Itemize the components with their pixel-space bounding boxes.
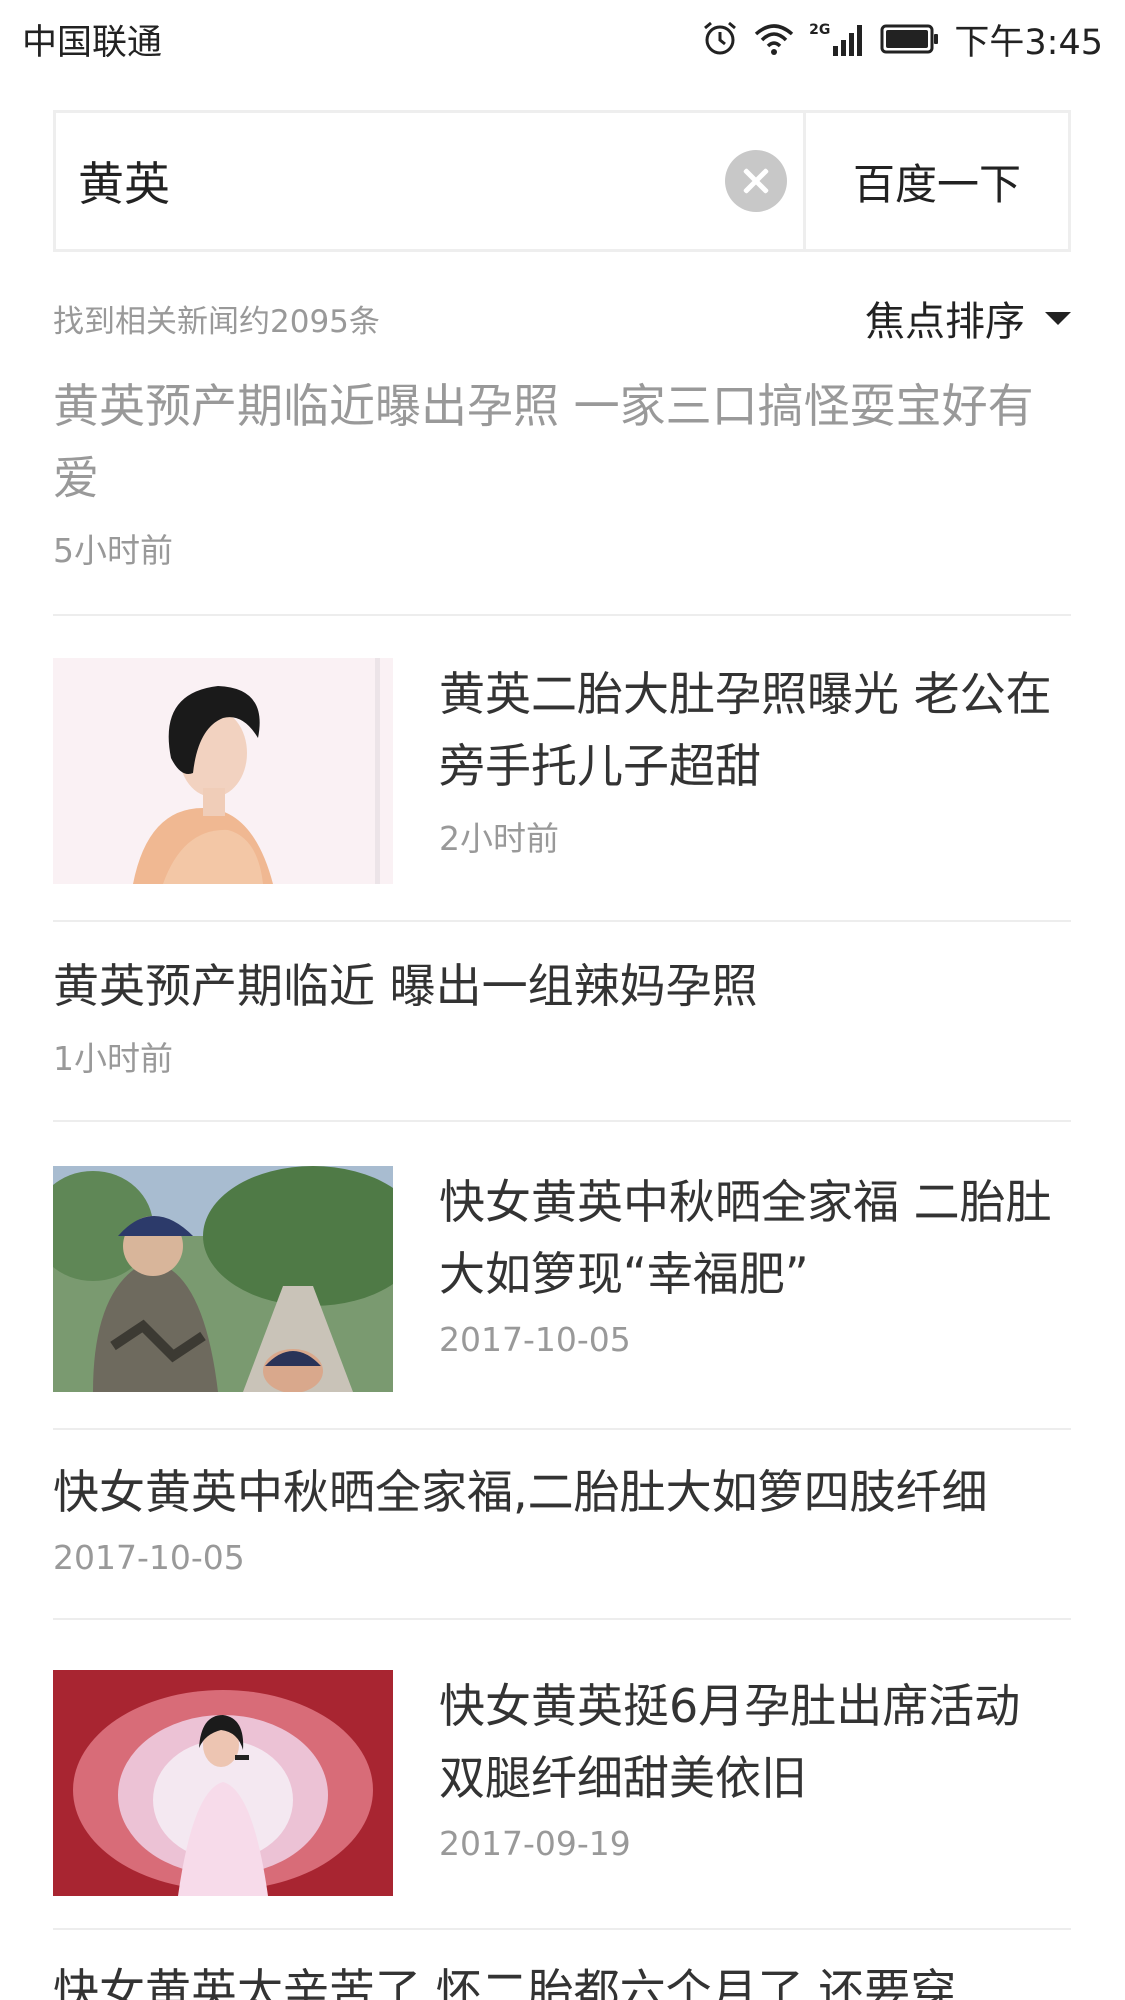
search-bar: 百度一下: [53, 110, 1071, 252]
news-title[interactable]: 快女黄英中秋晒全家福 二胎肚大如箩现“幸福肥”: [439, 1166, 1071, 1310]
search-submit-button[interactable]: 百度一下: [803, 113, 1068, 249]
battery-icon: [880, 24, 940, 54]
sort-dropdown[interactable]: 焦点排序: [865, 289, 1071, 347]
news-title[interactable]: 黄英预产期临近 曝出一组辣妈孕照: [53, 950, 1071, 1022]
wifi-icon: [753, 22, 795, 56]
news-item[interactable]: 快女黄英太辛苦了 怀二胎都六个月了 还要穿: [53, 1955, 1071, 2000]
news-thumbnail[interactable]: [53, 658, 393, 884]
news-body: 快女黄英中秋晒全家福 二胎肚大如箩现“幸福肥” 2017-10-05: [439, 1166, 1071, 1428]
clock-time: 下午3:45: [954, 22, 1103, 63]
news-time: 2017-10-05: [439, 1320, 631, 1359]
alarm-icon: [701, 20, 739, 58]
news-item[interactable]: 快女黄英挺6月孕肚出席活动 双腿纤细甜美依旧 2017-09-19: [53, 1670, 1071, 1930]
news-time: 5小时前: [53, 531, 173, 570]
news-item[interactable]: 黄英预产期临近 曝出一组辣妈孕照 1小时前: [53, 950, 1071, 1122]
news-body: 快女黄英挺6月孕肚出席活动 双腿纤细甜美依旧 2017-09-19: [439, 1670, 1071, 1928]
news-time: 2017-10-05: [53, 1538, 245, 1577]
cellular-signal-icon: 2G: [809, 22, 866, 56]
family-outdoor-thumbnail: [53, 1166, 393, 1392]
news-thumbnail[interactable]: [53, 1670, 393, 1896]
baidu-news-search-page: 中国联通 2G 下午3:45 黄英 百度一下 找到相关新闻约2095条 焦点排序…: [0, 0, 1125, 2000]
network-type-label: 2G: [809, 22, 831, 38]
news-title[interactable]: 快女黄英挺6月孕肚出席活动 双腿纤细甜美依旧: [439, 1670, 1071, 1814]
news-title[interactable]: 快女黄英太辛苦了 怀二胎都六个月了 还要穿: [53, 1955, 1071, 2000]
status-icons: 2G 下午3:45: [701, 14, 1103, 65]
news-title[interactable]: 快女黄英中秋晒全家福,二胎肚大如箩四肢纤细: [53, 1456, 1071, 1528]
carrier-label: 中国联通: [22, 22, 163, 63]
news-title[interactable]: 黄英预产期临近曝出孕照 一家三口搞怪耍宝好有爱: [53, 370, 1071, 514]
news-item[interactable]: 快女黄英中秋晒全家福 二胎肚大如箩现“幸福肥” 2017-10-05: [53, 1166, 1071, 1430]
news-item[interactable]: 黄英预产期临近曝出孕照 一家三口搞怪耍宝好有爱 5小时前: [53, 370, 1071, 616]
results-meta-row: 找到相关新闻约2095条 焦点排序: [53, 290, 1071, 346]
clear-search-icon[interactable]: [725, 150, 787, 212]
stage-singer-thumbnail: [53, 1670, 393, 1896]
result-count: 找到相关新闻约2095条: [53, 303, 380, 340]
sort-label: 焦点排序: [865, 299, 1025, 345]
news-thumbnail[interactable]: [53, 1166, 393, 1392]
news-time: 2小时前: [439, 819, 559, 858]
news-time: 1小时前: [53, 1039, 173, 1078]
search-input[interactable]: [56, 113, 725, 249]
caret-down-icon: [1045, 311, 1071, 325]
news-item[interactable]: 快女黄英中秋晒全家福,二胎肚大如箩四肢纤细 2017-10-05: [53, 1456, 1071, 1620]
woman-portrait-thumbnail: [53, 658, 393, 884]
news-time: 2017-09-19: [439, 1824, 631, 1863]
status-bar: 中国联通 2G 下午3:45: [0, 0, 1125, 78]
news-body: 黄英二胎大肚孕照曝光 老公在旁手托儿子超甜 2小时前: [439, 658, 1071, 920]
news-item[interactable]: 黄英二胎大肚孕照曝光 老公在旁手托儿子超甜 2小时前: [53, 658, 1071, 922]
news-title[interactable]: 黄英二胎大肚孕照曝光 老公在旁手托儿子超甜: [439, 658, 1071, 802]
